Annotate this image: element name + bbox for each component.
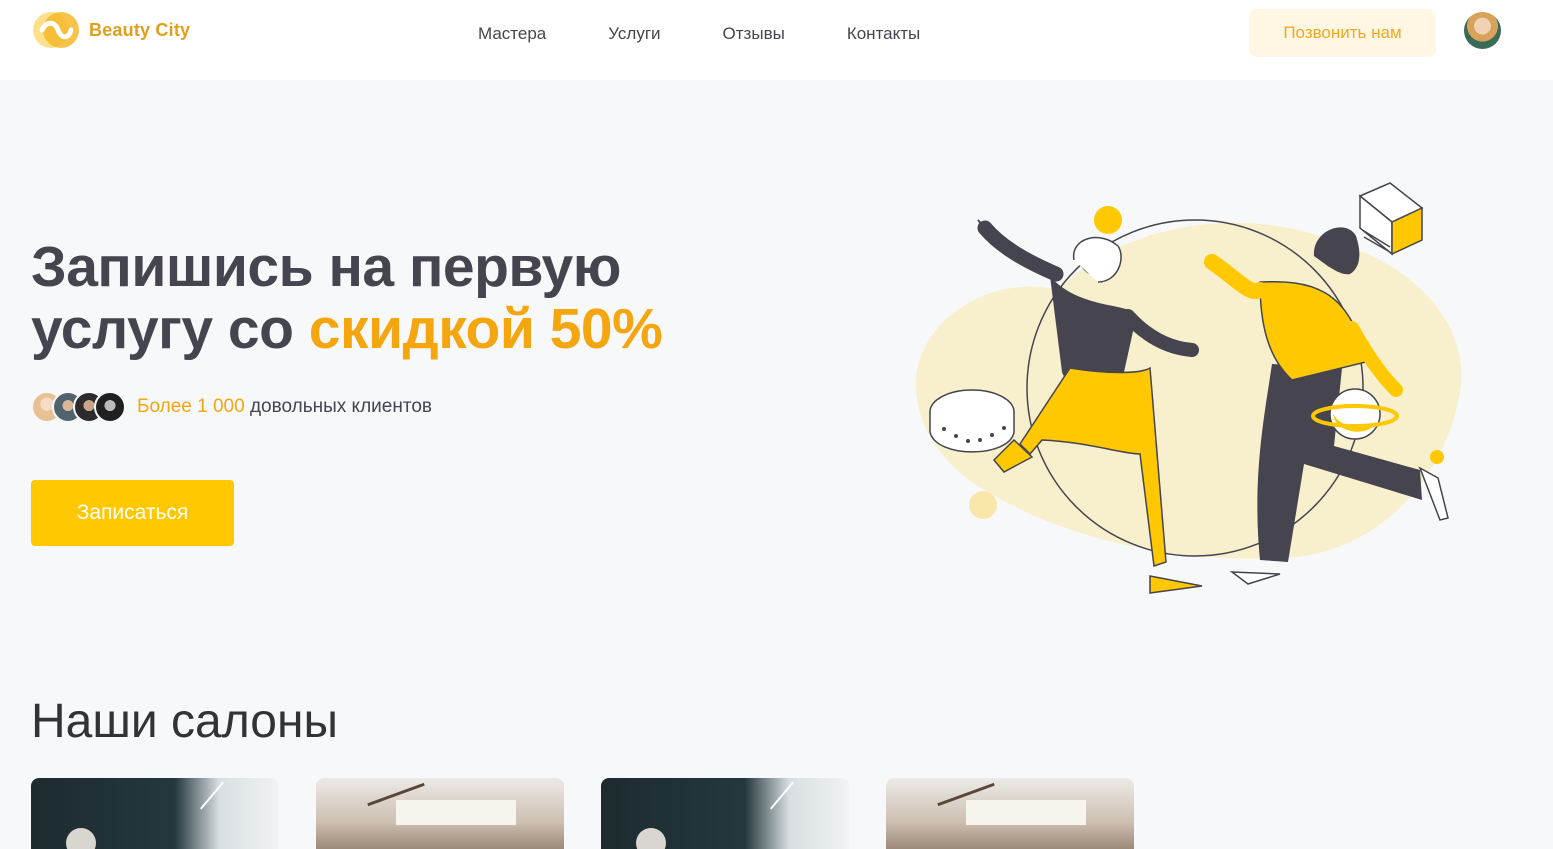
salons-section-title: Наши салоны [31,695,338,748]
main-nav: Мастера Услуги Отзывы Контакты [478,24,920,44]
book-button[interactable]: Записаться [31,480,234,546]
salon-card[interactable] [601,778,849,849]
happy-clients: Более 1 000 довольных клиентов [31,391,432,423]
site-header: Beauty City Мастера Услуги Отзывы Контак… [0,0,1553,80]
beauty-city-logo-icon [33,12,79,48]
clients-count: Более 1 000 [137,396,245,417]
client-avatar [94,391,126,423]
salon-card[interactable] [31,778,279,849]
nav-item-services[interactable]: Услуги [608,24,660,44]
salon-photo-detail [769,781,795,810]
clients-label: довольных клиентов [244,396,432,417]
hero-title: Запишись на первую услугу со скидкой 50% [31,236,751,360]
hero-title-discount: скидкой 50% [308,297,663,361]
client-avatars [31,391,126,423]
salon-photo-detail [966,800,1086,825]
salon-card[interactable] [316,778,564,849]
call-us-button[interactable]: Позвонить нам [1249,9,1436,57]
salon-photo-detail [66,828,96,849]
salon-photo-detail [199,781,225,810]
salon-photo-detail [636,828,666,849]
nav-item-contacts[interactable]: Контакты [847,24,920,44]
user-avatar[interactable] [1464,12,1501,49]
nav-item-reviews[interactable]: Отзывы [723,24,785,44]
hero-title-line2-start: услугу со [31,297,309,361]
salon-photo-detail [396,800,516,825]
logo[interactable]: Beauty City [31,10,190,50]
nav-item-masters[interactable]: Мастера [478,24,546,44]
logo-text: Beauty City [89,19,191,40]
hero-title-line1: Запишись на первую [31,235,621,299]
hero-illustration [915,182,1462,594]
salon-card[interactable] [886,778,1134,849]
clients-caption: Более 1 000 довольных клиентов [137,396,432,418]
